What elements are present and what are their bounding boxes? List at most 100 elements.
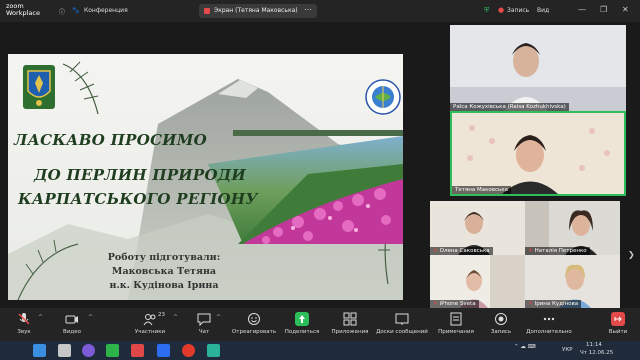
video-options-chevron-icon[interactable]: ^ bbox=[88, 314, 93, 321]
share-label: Поделиться bbox=[284, 329, 320, 335]
prepared-by-label: Роботу підготували: bbox=[107, 252, 221, 263]
video-tile[interactable]: ✕ Наталія Петренко bbox=[525, 201, 620, 255]
video-tile[interactable]: Раїса Кожухівська (Raisa Kozhukhivska) bbox=[450, 25, 626, 111]
meeting-toolbar: Звук ^ Видео ^ 23 Участники ^ Чат ^ Отре… bbox=[0, 308, 640, 341]
video-tile[interactable]: ✕ Олена Саковська bbox=[430, 201, 525, 255]
record-status-label[interactable]: Запись bbox=[507, 7, 529, 14]
participant-name-tag: Раїса Кожухівська (Raisa Kozhukhivska) bbox=[450, 103, 569, 111]
notes-button[interactable]: Примечания bbox=[436, 312, 476, 335]
more-dots-icon bbox=[543, 317, 555, 321]
paw-icon: 🐾 bbox=[72, 7, 80, 14]
chat-button[interactable]: Чат bbox=[190, 312, 218, 335]
coat-of-arms-icon bbox=[23, 65, 55, 109]
participant-name-tag: ✕ Олена Саковська bbox=[430, 247, 493, 255]
shield-icon[interactable]: ⛨ bbox=[484, 6, 489, 15]
more-button[interactable]: Дополнительно bbox=[524, 312, 574, 335]
participant-name: Тетяна Маковська bbox=[455, 187, 508, 193]
title-bar: zoom Workplace ⓘ 🐾 Конференция Экран (Те… bbox=[0, 0, 640, 22]
reactions-label: Отреагировать bbox=[231, 329, 277, 335]
zoom-logo: zoom Workplace bbox=[6, 3, 40, 17]
share-screen-button[interactable]: Поделиться bbox=[284, 312, 320, 335]
audio-button[interactable]: Звук bbox=[8, 312, 40, 335]
apps-icon bbox=[343, 312, 357, 326]
audio-options-chevron-icon[interactable]: ^ bbox=[38, 314, 43, 321]
participant-name: Раїса Кожухівська (Raisa Kozhukhivska) bbox=[453, 104, 566, 110]
participants-gallery: Раїса Кожухівська (Raisa Kozhukhivska) Т… bbox=[426, 22, 640, 308]
record-dot-icon: ● bbox=[498, 6, 505, 14]
clock-date[interactable]: Чт 12.06.25 bbox=[580, 350, 613, 356]
share-screen-icon bbox=[295, 312, 309, 326]
author-name-1: Маковська Тетяна bbox=[111, 266, 217, 277]
conference-label[interactable]: Конференция bbox=[84, 7, 128, 14]
opera-icon[interactable] bbox=[182, 344, 195, 357]
chat-options-chevron-icon[interactable]: ^ bbox=[216, 314, 221, 321]
active-speaker-tile[interactable]: Тетяна Маковська bbox=[450, 111, 626, 196]
video-label: Видео bbox=[63, 329, 81, 335]
notes-label: Примечания bbox=[438, 329, 474, 335]
info-icon[interactable]: ⓘ bbox=[59, 7, 65, 16]
more-label: Дополнительно bbox=[526, 329, 572, 335]
participant-name: iPhone Sveta bbox=[439, 301, 476, 307]
participant-name: Олена Саковська bbox=[439, 248, 490, 254]
share-status-icon bbox=[204, 8, 210, 14]
whiteboards-label: Доски сообщений bbox=[376, 329, 428, 335]
clock-time[interactable]: 11:14 bbox=[586, 342, 602, 348]
video-tile[interactable]: ✕ iPhone Sveta bbox=[430, 255, 525, 308]
browser-icon[interactable] bbox=[131, 344, 144, 357]
zoom-taskbar-icon[interactable] bbox=[157, 344, 170, 357]
participant-name: Наталія Петренко bbox=[534, 248, 587, 254]
windows-start-icon[interactable] bbox=[33, 344, 46, 357]
record-label: Запись bbox=[490, 329, 512, 335]
tray-icons[interactable]: ⌃ ☁ ⌨ bbox=[514, 344, 536, 350]
participant-video bbox=[452, 113, 624, 194]
share-more-icon[interactable]: ⋯ bbox=[304, 5, 312, 14]
leave-label: Выйти bbox=[608, 329, 628, 335]
school-emblem-icon bbox=[365, 79, 401, 115]
notes-icon bbox=[450, 312, 462, 326]
maximize-icon[interactable]: ❐ bbox=[600, 5, 607, 14]
participant-video bbox=[450, 25, 626, 111]
video-tile[interactable]: ✕ Ірина Кудінова bbox=[525, 255, 620, 308]
chat-label: Чат bbox=[198, 329, 210, 335]
apps-label: Приложения bbox=[331, 329, 369, 335]
close-icon[interactable]: ✕ bbox=[622, 5, 629, 14]
view-label[interactable]: Вид bbox=[537, 7, 549, 14]
participant-name-tag: ✕ Наталія Петренко bbox=[525, 247, 590, 255]
participants-button[interactable]: 23 Участники bbox=[130, 312, 170, 335]
author-name-2: н.к. Кудінова Ірина bbox=[109, 280, 219, 291]
participant-name-tag: Тетяна Маковська bbox=[452, 186, 511, 194]
participant-name-tag: ✕ Ірина Кудінова bbox=[525, 300, 582, 308]
viber-icon[interactable] bbox=[82, 344, 95, 357]
whiteboard-icon bbox=[395, 313, 409, 325]
participants-icon bbox=[143, 314, 156, 326]
participant-name-tag: ✕ iPhone Sveta bbox=[430, 300, 479, 308]
edge-icon[interactable] bbox=[207, 344, 220, 357]
gallery-next-icon[interactable]: ❯ bbox=[628, 250, 635, 259]
record-icon bbox=[495, 313, 507, 325]
leave-button[interactable]: Выйти bbox=[604, 312, 632, 335]
apps-button[interactable]: Приложения bbox=[330, 312, 370, 335]
muted-mic-icon: ✕ bbox=[433, 248, 438, 254]
participants-label: Участники bbox=[134, 329, 166, 335]
os-taskbar: ⌃ ☁ ⌨ УКР 11:14 Чт 12.06.25 bbox=[0, 341, 640, 360]
share-label: Экран (Тетяна Маковська) bbox=[214, 7, 298, 14]
leave-icon bbox=[611, 312, 625, 326]
muted-mic-icon: ✕ bbox=[528, 248, 533, 254]
participants-count: 23 bbox=[158, 312, 165, 318]
video-camera-icon bbox=[65, 315, 78, 324]
presentation-slide: ЛАСКАВО ПРОСИМО ДО ПЕРЛИН ПРИРОДИ КАРПАТ… bbox=[8, 54, 403, 300]
language-indicator[interactable]: УКР bbox=[562, 347, 573, 353]
smiley-icon bbox=[248, 313, 260, 325]
participant-name: Ірина Кудінова bbox=[534, 301, 579, 307]
screen-share-indicator[interactable]: Экран (Тетяна Маковська) ⋯ bbox=[199, 4, 317, 18]
participants-options-chevron-icon[interactable]: ^ bbox=[173, 314, 178, 321]
minimize-icon[interactable]: — bbox=[578, 5, 586, 14]
app-icon[interactable] bbox=[106, 344, 119, 357]
slide-title-line-3: КАРПАТСЬКОГО РЕГІОНУ bbox=[18, 190, 258, 208]
calculator-icon[interactable] bbox=[58, 344, 71, 357]
reactions-button[interactable]: Отреагировать bbox=[230, 312, 278, 335]
whiteboards-button[interactable]: Доски сообщений bbox=[376, 312, 428, 335]
logo-subword: Workplace bbox=[6, 9, 40, 17]
record-button[interactable]: Запись bbox=[486, 312, 516, 335]
video-button[interactable]: Видео bbox=[56, 312, 88, 335]
